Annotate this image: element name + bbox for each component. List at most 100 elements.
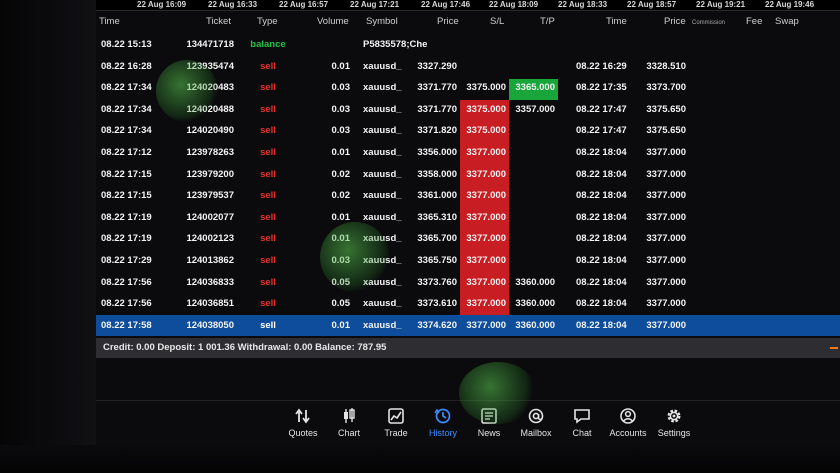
- cell-close-time: 08.22 18:04: [576, 255, 627, 266]
- cell-tp: [509, 228, 555, 249]
- table-row[interactable]: 08.22 17:56 124036851 sell 0.05 xauusd_ 3373.…: [96, 293, 840, 314]
- trade-icon: [388, 408, 404, 424]
- table-row[interactable]: 08.22 17:34 124020490 sell 0.03 xauusd_ 3371.…: [96, 120, 840, 141]
- cell-price: 3374.620: [417, 319, 457, 331]
- header-fee[interactable]: Fee: [746, 16, 762, 30]
- time-scale-label: 22 Aug 16:33: [208, 0, 258, 9]
- cell-close-price: [640, 34, 686, 55]
- settings-icon: [667, 409, 681, 423]
- table-row[interactable]: 08.22 17:12 123978263 sell 0.01 xauusd_ 3356.…: [96, 142, 840, 163]
- table-row[interactable]: 08.22 17:19 124002077 sell 0.01 xauusd_ 3365.…: [96, 207, 840, 228]
- cell-close-time: 08.22 18:04: [576, 211, 627, 223]
- cell-tp: [509, 56, 555, 77]
- tab-chat[interactable]: Chat: [557, 405, 607, 445]
- cell-volume: 0.03: [331, 82, 351, 94]
- cell-type: sell: [260, 147, 276, 158]
- cell-price: 3365.310: [417, 211, 457, 223]
- cell-price: 3371.770: [417, 103, 457, 115]
- cell-price: 3371.770: [417, 82, 457, 94]
- time-scale-label: 22 Aug 18:09: [489, 0, 539, 9]
- tab-label: History: [428, 428, 457, 438]
- cell-ticket: 124020490: [186, 125, 234, 137]
- cell-type: sell: [260, 211, 276, 223]
- cell-tp: [509, 164, 555, 185]
- time-scale-label: 22 Aug 18:33: [558, 0, 608, 9]
- cell-close-price: 3377.000: [646, 255, 686, 266]
- cell-time: 08.22 17:34: [101, 103, 152, 115]
- chart-icon: [344, 408, 355, 423]
- header-sl[interactable]: S/L: [490, 16, 504, 30]
- watermark-logo: [459, 362, 537, 424]
- cell-tp: 3360.000: [515, 276, 555, 288]
- tab-label: Accounts: [609, 428, 647, 438]
- table-row[interactable]: 08.22 17:29124013862sell0.03xauusd_3365.…: [96, 250, 840, 271]
- cell-type: sell: [260, 190, 276, 202]
- cell-time: 08.22 17:15: [101, 190, 152, 202]
- cell-close-price: 3328.510: [646, 60, 686, 72]
- cell-tp: [509, 250, 555, 271]
- tab-label: Mailbox: [520, 428, 552, 438]
- cell-sl: 3377.000: [466, 168, 506, 180]
- cell-tp: [509, 207, 555, 228]
- tab-history[interactable]: History: [418, 405, 468, 445]
- header-symbol[interactable]: Symbol: [366, 16, 398, 30]
- cell-time: 08.22 17:15: [101, 168, 152, 180]
- cell-sl: 3377.000: [466, 147, 506, 158]
- header-commission[interactable]: Commission: [692, 20, 725, 34]
- time-scale-label: 22 Aug 19:21: [696, 0, 746, 9]
- cell-time: 08.22 17:34: [101, 82, 152, 94]
- tab-quotes[interactable]: Quotes: [278, 405, 328, 445]
- header-swap[interactable]: Swap: [775, 16, 799, 30]
- cell-ticket: 123979200: [186, 168, 234, 180]
- tab-accounts[interactable]: Accounts: [603, 405, 653, 445]
- table-row[interactable]: 08.22 17:56124036833sell0.05xauusd_3373.…: [96, 272, 840, 293]
- cell-close-time: 08.22 18:04: [576, 276, 627, 288]
- cell-time: 08.22 17:56: [101, 298, 152, 310]
- header-volume[interactable]: Volume: [317, 16, 349, 30]
- chat-icon: [574, 409, 590, 424]
- tab-settings[interactable]: Settings: [649, 405, 699, 445]
- summary-marker: [830, 347, 838, 349]
- cell-volume: 0.02: [331, 168, 351, 180]
- cell-close-price: 3377.000: [646, 233, 686, 245]
- table-row[interactable]: 08.22 17:15 123979537 sell 0.02 xauusd_ 3361.…: [96, 185, 840, 206]
- header-ticket[interactable]: Ticket: [206, 16, 231, 30]
- header-type[interactable]: Type: [257, 16, 278, 30]
- cell-ticket: 124013862: [186, 255, 234, 266]
- cell-type: sell: [260, 168, 276, 180]
- table-row[interactable]: 08.22 15:13 134471718 balance P5835578;Che: [96, 34, 840, 55]
- tab-label: Quotes: [288, 428, 318, 438]
- header-close-time[interactable]: Time: [606, 16, 627, 30]
- table-row[interactable]: 08.22 17:58 124038050 sell 0.01 xauusd_ 3374.…: [96, 314, 840, 336]
- tab-chart[interactable]: Chart: [324, 405, 374, 445]
- cell-close-price: 3375.650: [646, 103, 686, 115]
- cell-tp: 3365.000: [515, 82, 555, 94]
- cell-time: 08.22 16:28: [101, 60, 152, 72]
- header-time[interactable]: Time: [99, 16, 120, 30]
- cell-type: balance: [250, 39, 286, 50]
- cell-close-price: 3373.700: [646, 82, 686, 94]
- header-close-price[interactable]: Price: [664, 16, 686, 30]
- cell-time: 08.22 17:58: [101, 319, 152, 331]
- cell-price: 3373.610: [417, 298, 457, 310]
- cell-close-time: 08.22 18:04: [576, 233, 627, 245]
- tab-label: Settings: [657, 428, 691, 438]
- header-tp[interactable]: T/P: [540, 16, 555, 30]
- tab-label: Trade: [384, 428, 408, 438]
- table-row[interactable]: 08.22 17:19124002123sell0.01xauusd_3365.…: [96, 228, 840, 249]
- header-open-price[interactable]: Price: [437, 16, 459, 30]
- cell-close-time: 08.22 16:29: [576, 60, 627, 72]
- cell-ticket: 134471718: [186, 39, 234, 50]
- cell-type: sell: [260, 319, 276, 331]
- cell-volume: 0.05: [331, 298, 351, 310]
- tab-trade[interactable]: Trade: [371, 405, 421, 445]
- cell-volume: 0.03: [331, 125, 351, 137]
- cell-tp: [509, 185, 555, 206]
- table-row[interactable]: 08.22 17:15 123979200 sell 0.02 xauusd_ 3358.…: [96, 164, 840, 185]
- cell-price: 3327.290: [417, 60, 457, 72]
- cell-sl: 3375.000: [466, 125, 506, 137]
- cell-time: 08.22 15:13: [101, 39, 152, 50]
- cell-sl: 3377.000: [466, 190, 506, 202]
- cell-ticket: 124002077: [186, 211, 234, 223]
- cell-type: sell: [260, 103, 276, 115]
